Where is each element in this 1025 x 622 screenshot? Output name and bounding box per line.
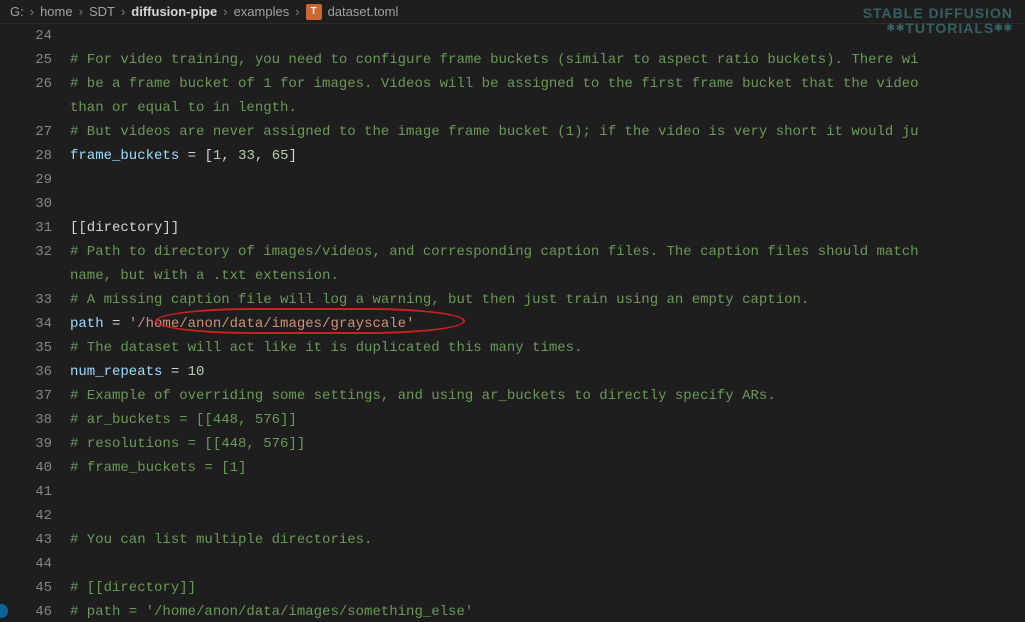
breadcrumb-part[interactable]: home bbox=[40, 4, 73, 19]
code-line[interactable]: # The dataset will act like it is duplic… bbox=[70, 336, 1025, 360]
breadcrumb-part[interactable]: SDT bbox=[89, 4, 115, 19]
code-line[interactable] bbox=[70, 504, 1025, 528]
code-line[interactable]: # ar_buckets = [[448, 576]] bbox=[70, 408, 1025, 432]
line-number: 32 bbox=[0, 240, 52, 264]
code-line[interactable]: # A missing caption file will log a warn… bbox=[70, 288, 1025, 312]
code-line[interactable] bbox=[70, 552, 1025, 576]
line-number: 29 bbox=[0, 168, 52, 192]
breadcrumb-part[interactable]: examples bbox=[234, 4, 290, 19]
line-number-gutter: 242526 272829303132 3334353637383940414243… bbox=[0, 24, 70, 622]
code-line[interactable]: # be a frame bucket of 1 for images. Vid… bbox=[70, 72, 1025, 96]
line-number: 41 bbox=[0, 480, 52, 504]
breadcrumb-file[interactable]: dataset.toml bbox=[328, 4, 399, 19]
code-line[interactable]: name, but with a .txt extension. bbox=[70, 264, 1025, 288]
code-line[interactable] bbox=[70, 480, 1025, 504]
code-line[interactable]: path = '/home/anon/data/images/grayscale… bbox=[70, 312, 1025, 336]
code-editor[interactable]: 242526 272829303132 3334353637383940414243… bbox=[0, 24, 1025, 622]
breadcrumb[interactable]: G: › home › SDT › diffusion-pipe › examp… bbox=[0, 0, 1025, 24]
toml-file-icon: T bbox=[306, 4, 322, 20]
line-number: 25 bbox=[0, 48, 52, 72]
code-line[interactable]: than or equal to in length. bbox=[70, 96, 1025, 120]
line-number: 43 bbox=[0, 528, 52, 552]
code-line[interactable]: [[directory]] bbox=[70, 216, 1025, 240]
chevron-right-icon: › bbox=[121, 4, 125, 19]
line-number: 40 bbox=[0, 456, 52, 480]
line-number: 44 bbox=[0, 552, 52, 576]
code-line[interactable]: # path = '/home/anon/data/images/somethi… bbox=[70, 600, 1025, 622]
line-number: 33 bbox=[0, 288, 52, 312]
code-line[interactable] bbox=[70, 168, 1025, 192]
chevron-right-icon: › bbox=[295, 4, 299, 19]
code-line[interactable]: # Example of overriding some settings, a… bbox=[70, 384, 1025, 408]
line-number: 42 bbox=[0, 504, 52, 528]
code-line[interactable]: # [[directory]] bbox=[70, 576, 1025, 600]
line-number: 24 bbox=[0, 24, 52, 48]
line-number: 45 bbox=[0, 576, 52, 600]
line-number: 35 bbox=[0, 336, 52, 360]
breadcrumb-part[interactable]: G: bbox=[10, 4, 24, 19]
line-number: 34 bbox=[0, 312, 52, 336]
code-line[interactable] bbox=[70, 192, 1025, 216]
breadcrumb-part[interactable]: diffusion-pipe bbox=[131, 4, 217, 19]
code-line[interactable]: # But videos are never assigned to the i… bbox=[70, 120, 1025, 144]
line-number: 31 bbox=[0, 216, 52, 240]
line-number: 28 bbox=[0, 144, 52, 168]
code-line[interactable]: frame_buckets = [1, 33, 65] bbox=[70, 144, 1025, 168]
line-number: 26 bbox=[0, 72, 52, 96]
line-number: 37 bbox=[0, 384, 52, 408]
line-number: 39 bbox=[0, 432, 52, 456]
line-number: 36 bbox=[0, 360, 52, 384]
line-number: 30 bbox=[0, 192, 52, 216]
code-line[interactable]: # resolutions = [[448, 576]] bbox=[70, 432, 1025, 456]
chevron-right-icon: › bbox=[30, 4, 34, 19]
line-number: 38 bbox=[0, 408, 52, 432]
code-line[interactable]: # Path to directory of images/videos, an… bbox=[70, 240, 1025, 264]
line-number bbox=[0, 264, 52, 288]
code-line[interactable]: # You can list multiple directories. bbox=[70, 528, 1025, 552]
chevron-right-icon: › bbox=[79, 4, 83, 19]
line-number bbox=[0, 96, 52, 120]
code-content[interactable]: # For video training, you need to config… bbox=[70, 24, 1025, 622]
line-number: 27 bbox=[0, 120, 52, 144]
code-line[interactable] bbox=[70, 24, 1025, 48]
code-line[interactable]: # For video training, you need to config… bbox=[70, 48, 1025, 72]
code-line[interactable]: num_repeats = 10 bbox=[70, 360, 1025, 384]
chevron-right-icon: › bbox=[223, 4, 227, 19]
code-line[interactable]: # frame_buckets = [1] bbox=[70, 456, 1025, 480]
